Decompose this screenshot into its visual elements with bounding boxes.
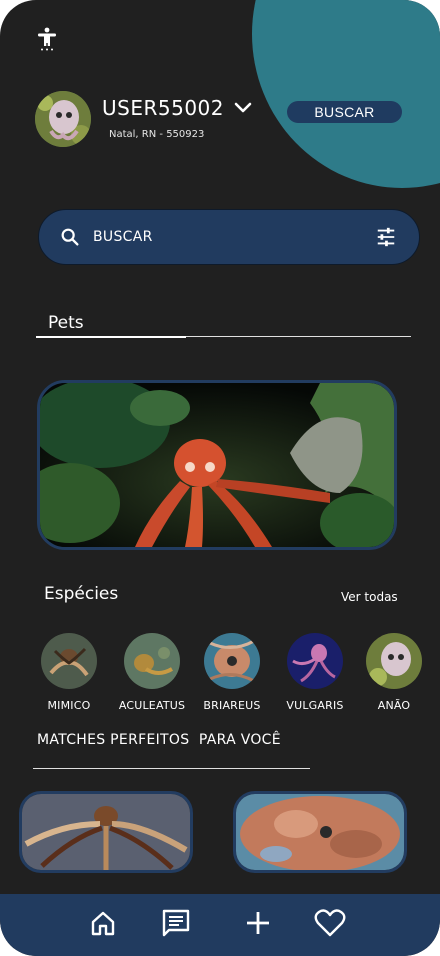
chat-icon <box>162 909 190 937</box>
nav-add[interactable] <box>241 906 275 940</box>
species-image <box>204 633 260 689</box>
app-screen: USER55002 Natal, RN - 550923 BUSCAR BUSC… <box>0 0 440 956</box>
nav-favorites[interactable] <box>313 906 347 940</box>
pet-hero-card[interactable] <box>37 380 397 550</box>
search-bar[interactable]: BUSCAR <box>38 209 420 265</box>
species-item-mimico[interactable]: MIMICO <box>29 633 109 712</box>
matches-section-title: MATCHES PERFEITOS PARA VOCÊ <box>37 732 281 748</box>
match-card[interactable] <box>233 791 407 873</box>
divider <box>33 768 310 769</box>
species-item-anao[interactable]: ANÃO <box>354 633 434 712</box>
match-pet-image <box>22 794 190 870</box>
search-input[interactable]: BUSCAR <box>93 229 375 245</box>
octopus-hero-image <box>40 383 394 547</box>
pets-section-title: Pets <box>48 313 84 333</box>
species-image <box>41 633 97 689</box>
nav-chat[interactable] <box>159 906 193 940</box>
species-image <box>124 633 180 689</box>
filter-icon[interactable] <box>375 226 397 248</box>
species-image <box>366 633 422 689</box>
species-label: VULGARIS <box>286 699 344 712</box>
species-label: MIMICO <box>47 699 91 712</box>
species-label: ANÃO <box>377 699 411 712</box>
search-icon <box>61 228 79 246</box>
see-all-species-link[interactable]: Ver todas <box>341 590 398 604</box>
nav-home[interactable] <box>86 906 120 940</box>
heart-icon <box>314 909 346 937</box>
species-section-title: Espécies <box>44 584 119 604</box>
match-pet-image <box>236 794 404 870</box>
chevron-down-icon[interactable] <box>234 102 252 114</box>
species-item-aculeatus[interactable]: ACULEATUS <box>112 633 192 712</box>
pets-tab-underline <box>36 336 186 338</box>
home-icon <box>91 911 115 936</box>
user-selector[interactable]: USER55002 <box>102 96 252 120</box>
buscar-button[interactable]: BUSCAR <box>287 101 402 123</box>
species-item-briareus[interactable]: BRIAREUS <box>192 633 272 712</box>
species-item-vulgaris[interactable]: VULGARIS <box>275 633 355 712</box>
username: USER55002 <box>102 96 224 120</box>
user-location: Natal, RN - 550923 <box>109 129 205 140</box>
species-label: BRIAREUS <box>203 699 261 712</box>
accessibility-icon[interactable] <box>37 27 57 51</box>
plus-icon <box>247 912 269 934</box>
species-image <box>287 633 343 689</box>
bottom-navigation <box>0 894 440 956</box>
octopus-avatar-image <box>35 91 91 147</box>
divider <box>186 336 411 337</box>
match-card[interactable] <box>19 791 193 873</box>
avatar[interactable] <box>35 91 91 147</box>
decorative-blob <box>252 0 440 188</box>
species-label: ACULEATUS <box>118 699 186 712</box>
